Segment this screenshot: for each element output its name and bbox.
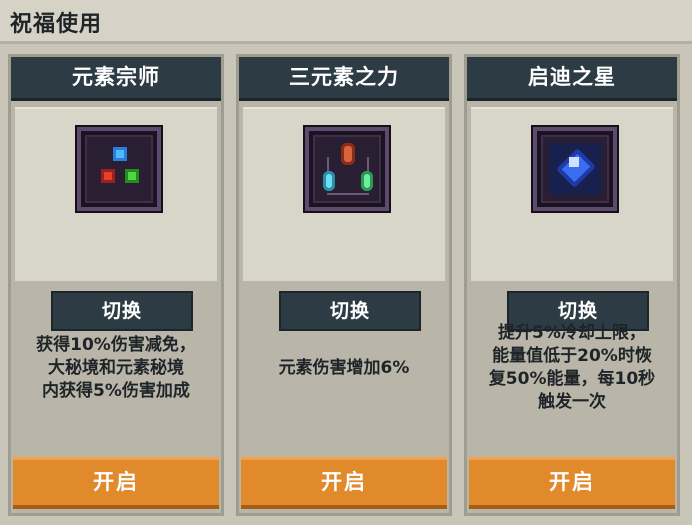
title-bar: 祝福使用	[0, 0, 692, 44]
icon-inner	[313, 135, 381, 203]
three-element-gems-icon	[77, 127, 161, 211]
icon-inner	[541, 135, 609, 203]
card-title: 三元素之力	[239, 57, 449, 101]
blessing-card-elemental-master: 元素宗师 切换 获得10%伤害减免， 大秘境和元素秘境 内获得5%伤害加成 开启	[8, 54, 224, 516]
red-crystal	[341, 143, 355, 165]
blue-gem	[113, 147, 127, 161]
green-gem	[125, 169, 139, 183]
red-gem	[101, 169, 115, 183]
card-icon-area: 切换	[471, 107, 673, 331]
blue-star-gem-icon	[533, 127, 617, 211]
three-element-crystals-icon	[305, 127, 389, 211]
icon-inner	[85, 135, 153, 203]
open-button[interactable]: 开启	[469, 457, 675, 509]
gem-shine	[569, 157, 579, 167]
blessing-card-three-elements: 三元素之力 切换 元素伤害增加6% 开启	[236, 54, 452, 516]
card-icon-area: 切换	[15, 107, 217, 331]
card-description: 提升5%冷却上限， 能量值低于20%时恢 复50%能量，每10秒 触发一次	[469, 293, 675, 443]
cyan-crystal	[323, 171, 335, 191]
description-text: 元素伤害增加6%	[278, 357, 410, 378]
card-description: 元素伤害增加6%	[241, 293, 447, 443]
card-title: 元素宗师	[11, 57, 221, 101]
open-button[interactable]: 开启	[13, 457, 219, 509]
card-description: 获得10%伤害减免， 大秘境和元素秘境 内获得5%伤害加成	[13, 293, 219, 443]
open-button[interactable]: 开启	[241, 457, 447, 509]
card-title: 启迪之星	[467, 57, 677, 101]
description-text: 提升5%冷却上限， 能量值低于20%时恢 复50%能量，每10秒 触发一次	[488, 323, 656, 412]
frame-line	[327, 193, 369, 195]
card-icon-area: 切换	[243, 107, 445, 331]
page-title: 祝福使用	[10, 12, 103, 37]
description-text: 获得10%伤害减免， 大秘境和元素秘境 内获得5%伤害加成	[36, 334, 196, 401]
blessing-card-enlightenment-star: 启迪之星 切换 提升5%冷却上限， 能量值低于20%时恢 复50%能量，每10秒…	[464, 54, 680, 516]
green-crystal	[361, 171, 373, 191]
